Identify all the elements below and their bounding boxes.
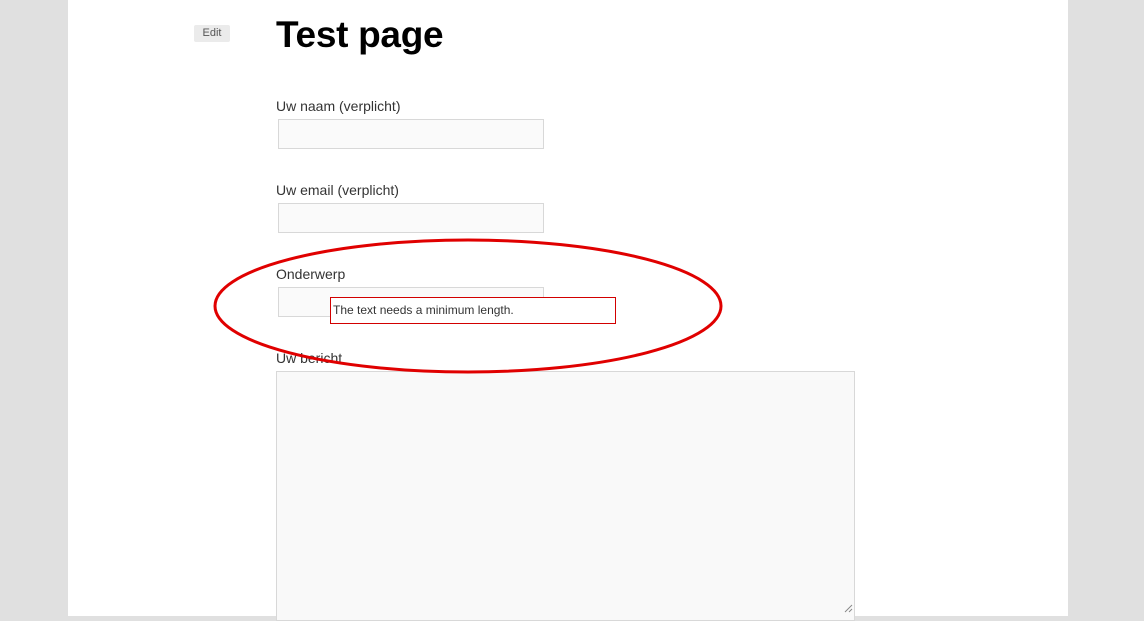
name-label: Uw naam (verplicht) <box>276 98 401 114</box>
subject-label: Onderwerp <box>276 266 346 282</box>
resize-handle-icon[interactable] <box>843 603 853 613</box>
message-label: Uw bericht <box>276 350 343 366</box>
email-label: Uw email (verplicht) <box>276 182 399 198</box>
message-textarea[interactable] <box>276 371 855 621</box>
name-input[interactable] <box>278 119 544 149</box>
validation-tooltip: The text needs a minimum length. <box>330 297 616 324</box>
email-input[interactable] <box>278 203 544 233</box>
page-title: Test page <box>276 14 444 55</box>
edit-link[interactable]: Edit <box>194 25 230 42</box>
